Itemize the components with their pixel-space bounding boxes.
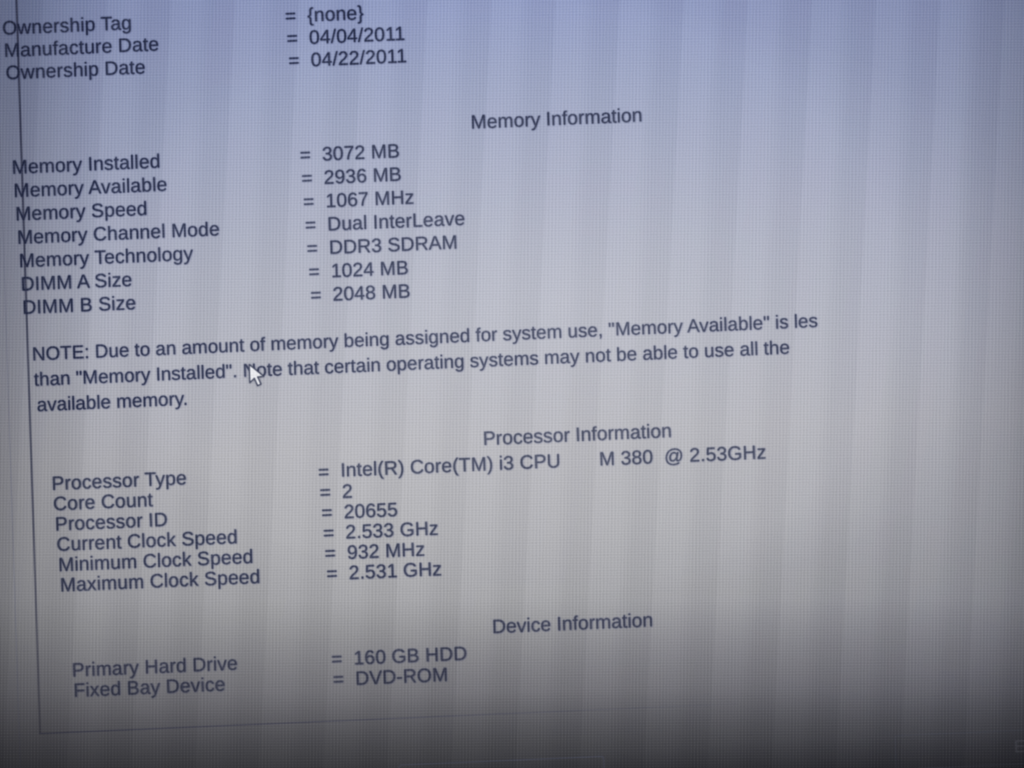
ownership-tag-value: {none} bbox=[306, 2, 365, 27]
ownership-tag-eq: = bbox=[284, 5, 297, 28]
memory-speed-value: 1067 MHz bbox=[325, 187, 415, 213]
ownership-date-eq: = bbox=[287, 50, 301, 73]
outer-divider bbox=[0, 0, 21, 768]
maximum-clock-speed-eq: = bbox=[325, 563, 339, 586]
minimum-clock-speed-eq: = bbox=[324, 543, 337, 565]
dimm-b-size-eq: = bbox=[309, 284, 322, 307]
maximum-clock-speed-value: 2.531 GHz bbox=[348, 558, 443, 585]
core-count-value: 2 bbox=[341, 481, 354, 504]
memory-technology-eq: = bbox=[306, 238, 319, 261]
processor-information-title: Processor Information bbox=[482, 420, 673, 451]
memory-note-line-3: available memory. bbox=[36, 387, 189, 416]
load-defaults-button[interactable]: t Defaults bbox=[398, 755, 606, 768]
manufacture-date-eq: = bbox=[286, 28, 299, 51]
memory-installed-value: 3072 MB bbox=[321, 140, 401, 166]
processor-type-value: Intel(R) Core(TM) i3 CPU M 380 @ 2.53GHz bbox=[339, 442, 767, 482]
panel-bottom-border bbox=[39, 703, 737, 735]
dimm-a-size-eq: = bbox=[308, 261, 321, 284]
ownership-date-value: 04/22/2011 bbox=[310, 45, 408, 72]
core-count-eq: = bbox=[319, 482, 332, 505]
fixed-bay-device-value: DVD-ROM bbox=[354, 664, 449, 691]
memory-channel-mode-eq: = bbox=[304, 214, 317, 237]
dimm-a-size-value: 1024 MB bbox=[330, 257, 410, 283]
ownership-date-label: Ownership Date bbox=[5, 57, 146, 85]
manufacture-date-value: 04/04/2011 bbox=[308, 23, 406, 50]
fixed-bay-device-label: Fixed Bay Device bbox=[73, 674, 226, 703]
memory-speed-eq: = bbox=[302, 191, 315, 214]
processor-id-eq: = bbox=[320, 502, 334, 525]
current-clock-speed-eq: = bbox=[322, 522, 335, 545]
memory-installed-eq: = bbox=[299, 144, 312, 167]
primary-hard-drive-eq: = bbox=[330, 648, 343, 671]
memory-information-title: Memory Information bbox=[470, 105, 643, 134]
device-information-title: Device Information bbox=[491, 610, 654, 639]
dimm-b-size-value: 2048 MB bbox=[332, 281, 411, 306]
photographed-laptop-screen: Ownership Tag = {none} Manufacture Date … bbox=[0, 0, 1024, 768]
memory-available-eq: = bbox=[300, 168, 314, 191]
memory-technology-value: DDR3 SDRAM bbox=[328, 232, 459, 260]
fixed-bay-device-eq: = bbox=[332, 669, 345, 691]
memory-speed-label: Memory Speed bbox=[14, 198, 148, 226]
memory-technology-label: Memory Technology bbox=[18, 243, 194, 273]
dimm-b-size-label: DIMM B Size bbox=[21, 292, 137, 320]
processor-type-eq: = bbox=[317, 461, 330, 484]
bios-setup-screen: Ownership Tag = {none} Manufacture Date … bbox=[0, 0, 1024, 768]
dimm-a-size-label: DIMM A Size bbox=[20, 269, 133, 296]
memory-available-value: 2936 MB bbox=[323, 164, 403, 190]
exit-button[interactable]: Exit bbox=[894, 727, 1024, 768]
